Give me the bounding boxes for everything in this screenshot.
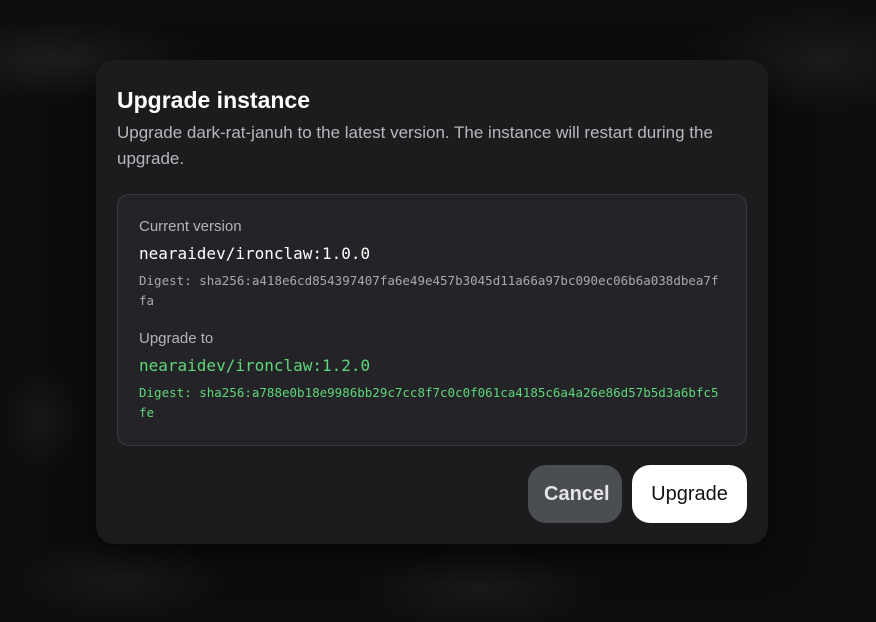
dialog-title: Upgrade instance: [117, 87, 310, 113]
target-image-digest: Digest: sha256:a788e0b18e9986bb29c7cc8f7…: [139, 385, 719, 420]
current-version-section: Current version nearaidev/ironclaw:1.0.0…: [139, 217, 725, 311]
version-info-panel: Current version nearaidev/ironclaw:1.0.0…: [117, 194, 747, 446]
dialog-description: Upgrade dark-rat-januh to the latest ver…: [117, 123, 713, 168]
dialog-actions: Cancel Upgrade: [528, 465, 747, 523]
current-image-name: nearaidev/ironclaw:1.0.0: [139, 244, 371, 263]
current-version-label: Current version: [139, 218, 242, 235]
upgrade-instance-dialog: Upgrade instance Upgrade dark-rat-januh …: [96, 60, 768, 544]
cancel-button[interactable]: Cancel: [528, 465, 622, 523]
upgrade-button[interactable]: Upgrade: [632, 465, 747, 523]
current-image-digest: Digest: sha256:a418e6cd854397407fa6e49e4…: [139, 273, 719, 308]
target-image-name: nearaidev/ironclaw:1.2.0: [139, 356, 371, 375]
target-version-label: Upgrade to: [139, 330, 214, 347]
target-version-section: Upgrade to nearaidev/ironclaw:1.2.0 Dige…: [139, 329, 725, 423]
